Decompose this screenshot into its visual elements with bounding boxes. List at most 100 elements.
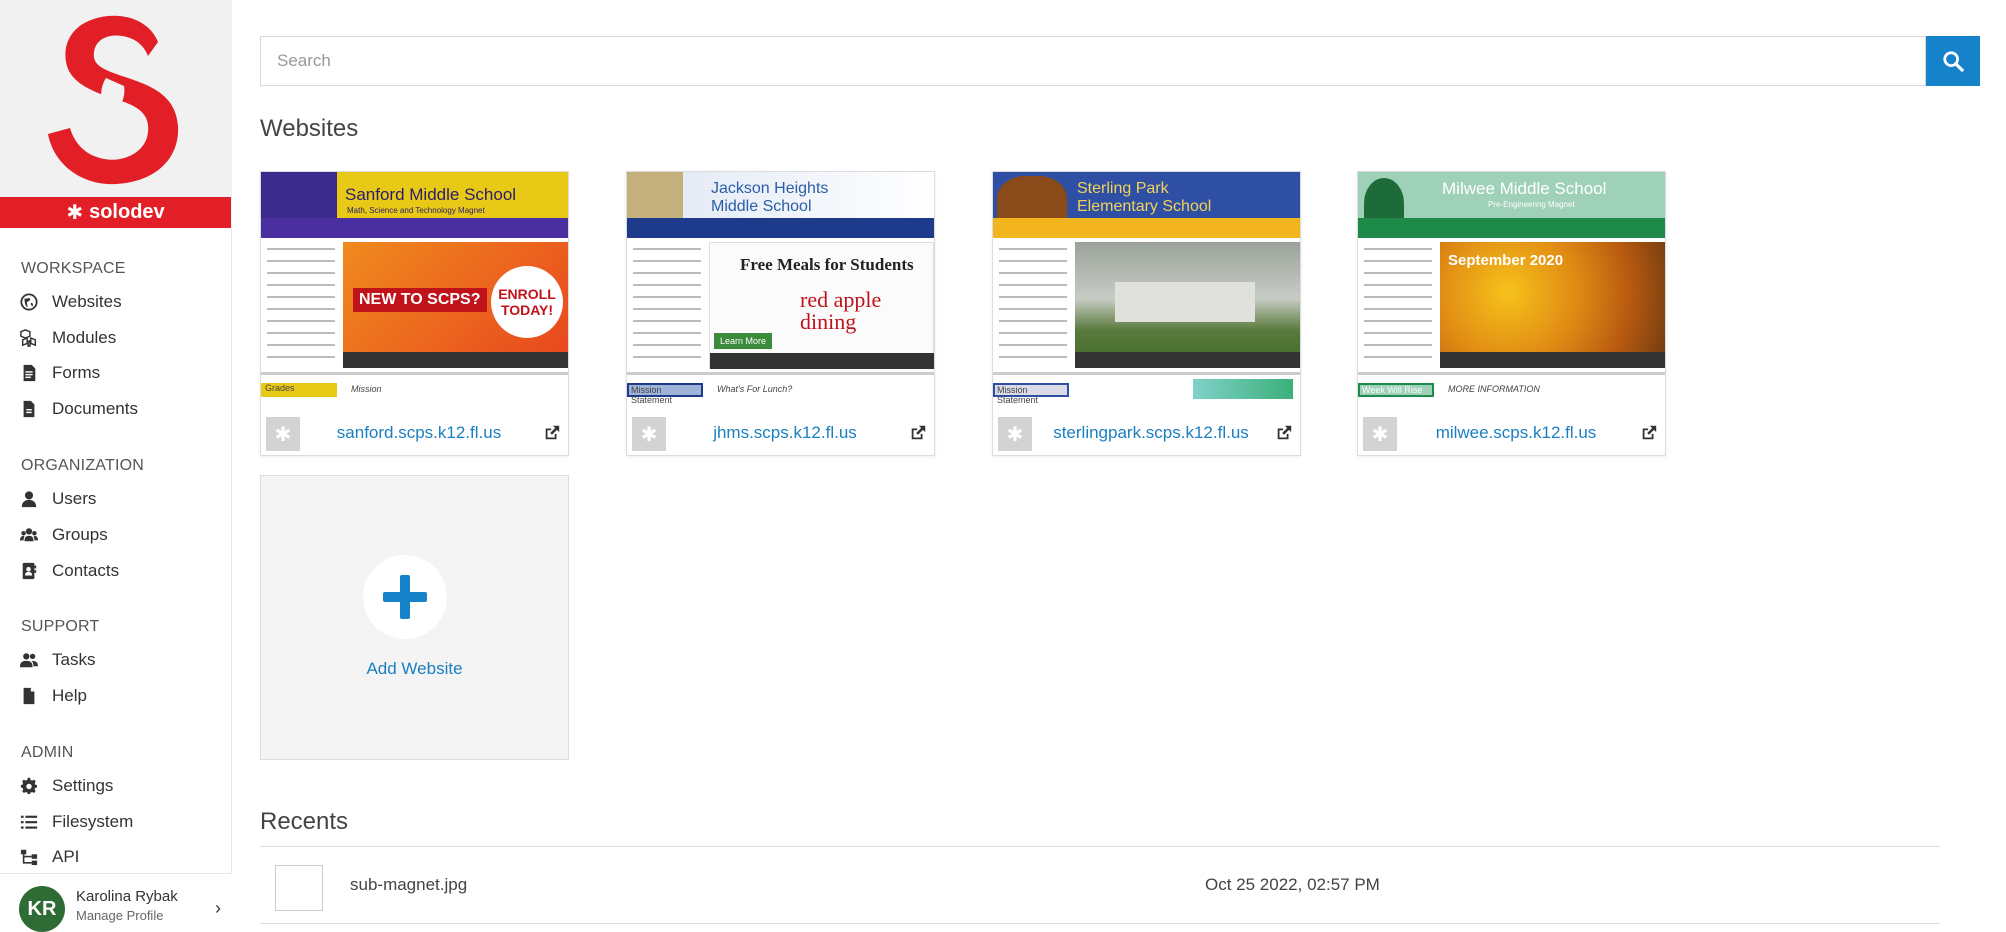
divider bbox=[260, 846, 1940, 847]
thumb-hero-text: Free Meals for Students bbox=[740, 255, 914, 274]
website-card[interactable]: Jackson Heights Middle School Free Meals… bbox=[626, 171, 935, 456]
sidebar-item-label: Settings bbox=[52, 776, 114, 795]
add-website-button[interactable] bbox=[363, 555, 447, 639]
sidebar: ✱ solodev WORKSPACE Websites Modules For… bbox=[0, 0, 232, 932]
brand-name: solodev bbox=[89, 201, 165, 223]
thumb-bottom-right: What's For Lunch? bbox=[717, 384, 793, 394]
gear-logo-icon: ✱ bbox=[66, 202, 84, 224]
website-card[interactable]: Milwee Middle School Pre-Engineering Mag… bbox=[1357, 171, 1666, 456]
logo[interactable]: ✱ solodev bbox=[0, 0, 232, 228]
sidebar-item-label: Tasks bbox=[52, 650, 96, 669]
thumb-bottom-left: Week Will Rise bbox=[1358, 383, 1434, 397]
external-link-icon[interactable] bbox=[1275, 424, 1293, 442]
website-card[interactable]: Sterling Park Elementary School Mission … bbox=[992, 171, 1301, 456]
cubes-icon bbox=[20, 329, 38, 347]
sidebar-item-label: Forms bbox=[52, 363, 101, 382]
user-icon bbox=[20, 490, 38, 508]
globe-icon bbox=[20, 293, 38, 311]
sidebar-item-users[interactable]: Users bbox=[20, 489, 96, 509]
logo-wordmark: ✱ solodev bbox=[0, 197, 231, 228]
website-thumbnail[interactable]: Jackson Heights Middle School Free Meals… bbox=[627, 172, 934, 412]
file-thumbnail[interactable] bbox=[275, 865, 323, 911]
thumb-subtitle: Math, Science and Technology Magnet bbox=[347, 206, 485, 215]
section-admin: ADMIN bbox=[21, 744, 74, 761]
sidebar-item-label: Groups bbox=[52, 525, 108, 544]
section-support: SUPPORT bbox=[21, 618, 100, 635]
thumb-hero-text: NEW TO SCPS? bbox=[353, 288, 487, 312]
website-link[interactable]: sterlingpark.scps.k12.fl.us bbox=[1041, 423, 1261, 443]
tasks-icon bbox=[20, 651, 38, 669]
sidebar-item-label: Filesystem bbox=[52, 812, 134, 831]
recents-heading: Recents bbox=[260, 808, 349, 835]
thumb-subtitle: Pre-Engineering Magnet bbox=[1488, 200, 1575, 209]
external-link-icon[interactable] bbox=[1640, 424, 1658, 442]
thumb-title: Sanford Middle School bbox=[345, 185, 517, 204]
website-card[interactable]: Sanford Middle School Math, Science and … bbox=[260, 171, 569, 456]
thumb-hero-subtext: red apple dining bbox=[800, 287, 882, 334]
sidebar-item-modules[interactable]: Modules bbox=[20, 328, 116, 348]
sidebar-item-tasks[interactable]: Tasks bbox=[20, 650, 95, 670]
sidebar-item-contacts[interactable]: Contacts bbox=[20, 561, 119, 581]
search-placeholder: Search bbox=[277, 51, 331, 70]
thumb-bottom-left: Mission Statement bbox=[993, 383, 1069, 405]
sidebar-item-websites[interactable]: Websites bbox=[20, 292, 122, 312]
profile-menu[interactable]: KR Karolina Rybak Manage Profile › bbox=[0, 873, 232, 932]
site-gear-icon: ✱ bbox=[266, 417, 300, 451]
manage-profile-link[interactable]: Manage Profile bbox=[76, 908, 163, 923]
thumb-bottom-right: MORE INFORMATION bbox=[1448, 384, 1540, 394]
plus-icon bbox=[383, 575, 427, 619]
section-workspace: WORKSPACE bbox=[21, 260, 126, 277]
thumb-bottom-right: Mission bbox=[351, 384, 382, 394]
thumb-hero-text: September 2020 bbox=[1448, 252, 1564, 269]
sidebar-item-label: Contacts bbox=[52, 561, 120, 580]
sidebar-item-api[interactable]: API bbox=[20, 847, 79, 867]
form-icon bbox=[20, 364, 38, 382]
website-link[interactable]: milwee.scps.k12.fl.us bbox=[1406, 423, 1626, 443]
thumb-title: Milwee Middle School bbox=[1442, 179, 1607, 198]
divider bbox=[260, 923, 1940, 924]
website-thumbnail[interactable]: Sterling Park Elementary School Mission … bbox=[993, 172, 1300, 412]
recent-file-name[interactable]: sub-magnet.jpg bbox=[350, 875, 467, 895]
chevron-right-icon[interactable]: › bbox=[215, 898, 221, 919]
sidebar-item-label: Help bbox=[52, 686, 87, 705]
sidebar-item-help[interactable]: Help bbox=[20, 686, 87, 706]
thumb-hero-badge: ENROLL TODAY! bbox=[491, 266, 563, 338]
sidebar-item-groups[interactable]: Groups bbox=[20, 525, 108, 545]
users-icon bbox=[20, 526, 38, 544]
search-button[interactable] bbox=[1926, 36, 1980, 86]
site-gear-icon: ✱ bbox=[998, 417, 1032, 451]
add-website-card[interactable]: Add Website bbox=[260, 475, 569, 760]
sidebar-item-label: API bbox=[52, 847, 80, 866]
add-website-label[interactable]: Add Website bbox=[261, 659, 568, 679]
website-thumbnail[interactable]: Milwee Middle School Pre-Engineering Mag… bbox=[1358, 172, 1665, 412]
external-link-icon[interactable] bbox=[543, 424, 561, 442]
thumb-title: Sterling Park Elementary School bbox=[1077, 180, 1212, 215]
solodev-logo-icon bbox=[48, 15, 179, 185]
help-file-icon bbox=[20, 687, 38, 705]
section-organization: ORGANIZATION bbox=[21, 457, 144, 474]
sidebar-item-label: Modules bbox=[52, 328, 117, 347]
site-gear-icon: ✱ bbox=[632, 417, 666, 451]
website-link[interactable]: jhms.scps.k12.fl.us bbox=[675, 423, 895, 443]
sidebar-item-documents[interactable]: Documents bbox=[20, 399, 138, 419]
recent-file-date: Oct 25 2022, 02:57 PM bbox=[1205, 875, 1380, 894]
contact-book-icon bbox=[20, 562, 38, 580]
site-gear-icon: ✱ bbox=[1363, 417, 1397, 451]
search-icon bbox=[1943, 51, 1964, 72]
sidebar-item-label: Websites bbox=[52, 292, 122, 311]
sidebar-item-settings[interactable]: Settings bbox=[20, 776, 113, 796]
thumb-bottom-left: Grades bbox=[261, 383, 337, 397]
sidebar-item-label: Users bbox=[52, 489, 97, 508]
thumb-title: Jackson Heights Middle School bbox=[711, 180, 829, 215]
thumb-bottom-left: Mission Statement bbox=[627, 383, 703, 405]
external-link-icon[interactable] bbox=[909, 424, 927, 442]
sidebar-item-filesystem[interactable]: Filesystem bbox=[20, 812, 133, 832]
website-link[interactable]: sanford.scps.k12.fl.us bbox=[309, 423, 529, 443]
search-input[interactable]: Search bbox=[260, 36, 1926, 86]
gear-icon bbox=[20, 777, 38, 795]
website-thumbnail[interactable]: Sanford Middle School Math, Science and … bbox=[261, 172, 568, 412]
sidebar-item-label: Documents bbox=[52, 399, 138, 418]
list-icon bbox=[20, 813, 38, 831]
sidebar-item-forms[interactable]: Forms bbox=[20, 363, 100, 383]
avatar: KR bbox=[19, 886, 65, 932]
